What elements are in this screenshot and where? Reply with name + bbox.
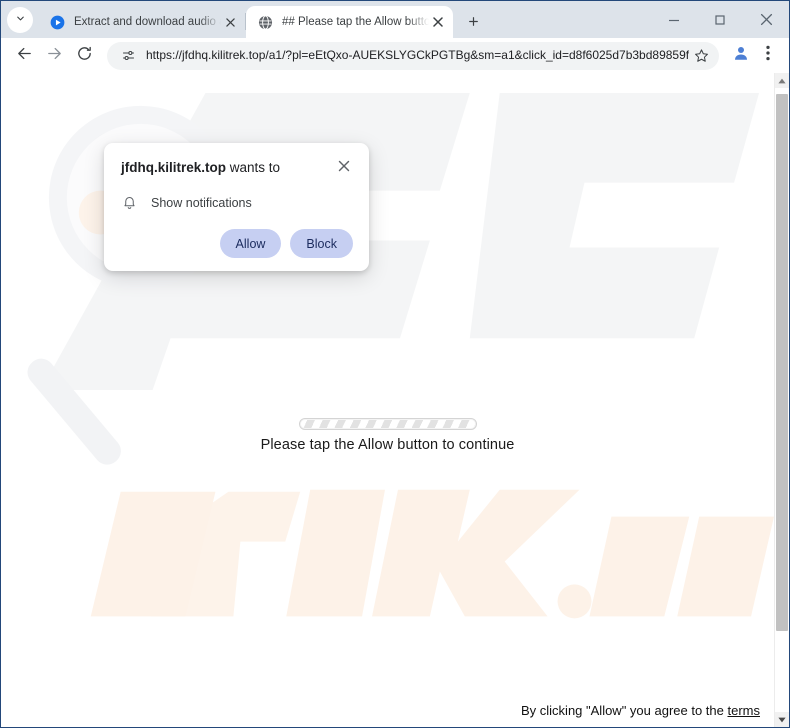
globe-icon <box>257 14 273 30</box>
loading-section: Please tap the Allow button to continue <box>1 418 774 453</box>
loading-progress-bar <box>298 418 477 430</box>
profile-avatar[interactable] <box>727 42 755 70</box>
close-window-button[interactable] <box>743 1 789 38</box>
play-circle-icon <box>49 14 65 30</box>
close-icon <box>338 159 350 177</box>
new-tab-button[interactable] <box>459 7 487 35</box>
permission-label: Show notifications <box>151 195 252 210</box>
dialog-close-button[interactable] <box>334 158 353 177</box>
tab-search-button[interactable] <box>7 7 33 33</box>
page-scrollbar[interactable] <box>774 73 789 727</box>
permission-request-row: Show notifications <box>121 194 353 211</box>
web-page: Please tap the Allow button to continue … <box>1 73 774 727</box>
loading-message: Please tap the Allow button to continue <box>260 437 515 453</box>
scrollbar-thumb[interactable] <box>776 94 788 631</box>
tab-allow-button-page[interactable]: ## Please tap the Allow button <box>246 6 453 38</box>
browser-menu-button[interactable] <box>755 42 781 70</box>
dialog-origin: jfdhq.kilitrek.top <box>121 160 227 175</box>
window-controls <box>651 1 789 38</box>
forward-button[interactable] <box>39 41 69 71</box>
dialog-header: jfdhq.kilitrek.top wants to <box>121 159 353 177</box>
tune-icon[interactable] <box>117 45 139 67</box>
reload-button[interactable] <box>69 41 99 71</box>
scrollbar-track[interactable] <box>775 88 789 712</box>
dialog-title: jfdhq.kilitrek.top wants to <box>121 159 334 177</box>
notification-permission-dialog: jfdhq.kilitrek.top wants to Show notific… <box>104 143 369 271</box>
url-text[interactable]: https://jfdhq.kilitrek.top/a1/?pl=eEtQxo… <box>146 48 689 63</box>
browser-toolbar: https://jfdhq.kilitrek.top/a1/?pl=eEtQxo… <box>1 38 789 73</box>
bell-icon <box>121 194 138 211</box>
tab-close-button[interactable] <box>221 13 239 31</box>
allow-button[interactable]: Allow <box>219 229 282 258</box>
terms-link[interactable]: terms <box>728 703 761 718</box>
dialog-actions: Allow Block <box>121 229 353 258</box>
star-icon[interactable] <box>689 44 713 68</box>
chevron-down-icon <box>15 11 26 29</box>
arrow-right-icon <box>46 45 63 67</box>
block-button[interactable]: Block <box>290 229 353 258</box>
tab-extract-audio[interactable]: Extract and download audio an <box>38 6 245 38</box>
dialog-title-suffix: wants to <box>226 160 281 175</box>
browser-window: Extract and download audio an ## Please … <box>0 0 790 728</box>
page-viewport: Please tap the Allow button to continue … <box>1 73 789 727</box>
footer-disclaimer: By clicking "Allow" you agree to the ter… <box>521 703 760 718</box>
back-button[interactable] <box>9 41 39 71</box>
reload-icon <box>76 45 93 67</box>
three-dots-vertical-icon <box>766 45 770 66</box>
tab-title: ## Please tap the Allow button <box>282 16 429 28</box>
maximize-window-button[interactable] <box>697 1 743 38</box>
minimize-window-button[interactable] <box>651 1 697 38</box>
scroll-down-arrow[interactable] <box>775 712 789 727</box>
tab-title: Extract and download audio an <box>74 16 221 28</box>
footer-text: By clicking "Allow" you agree to the <box>521 703 728 718</box>
tab-strip: Extract and download audio an ## Please … <box>1 1 789 38</box>
address-bar[interactable]: https://jfdhq.kilitrek.top/a1/?pl=eEtQxo… <box>107 41 719 70</box>
arrow-left-icon <box>16 45 33 67</box>
scroll-up-arrow[interactable] <box>775 73 789 88</box>
person-icon <box>732 44 750 67</box>
tab-close-button[interactable] <box>429 13 447 31</box>
